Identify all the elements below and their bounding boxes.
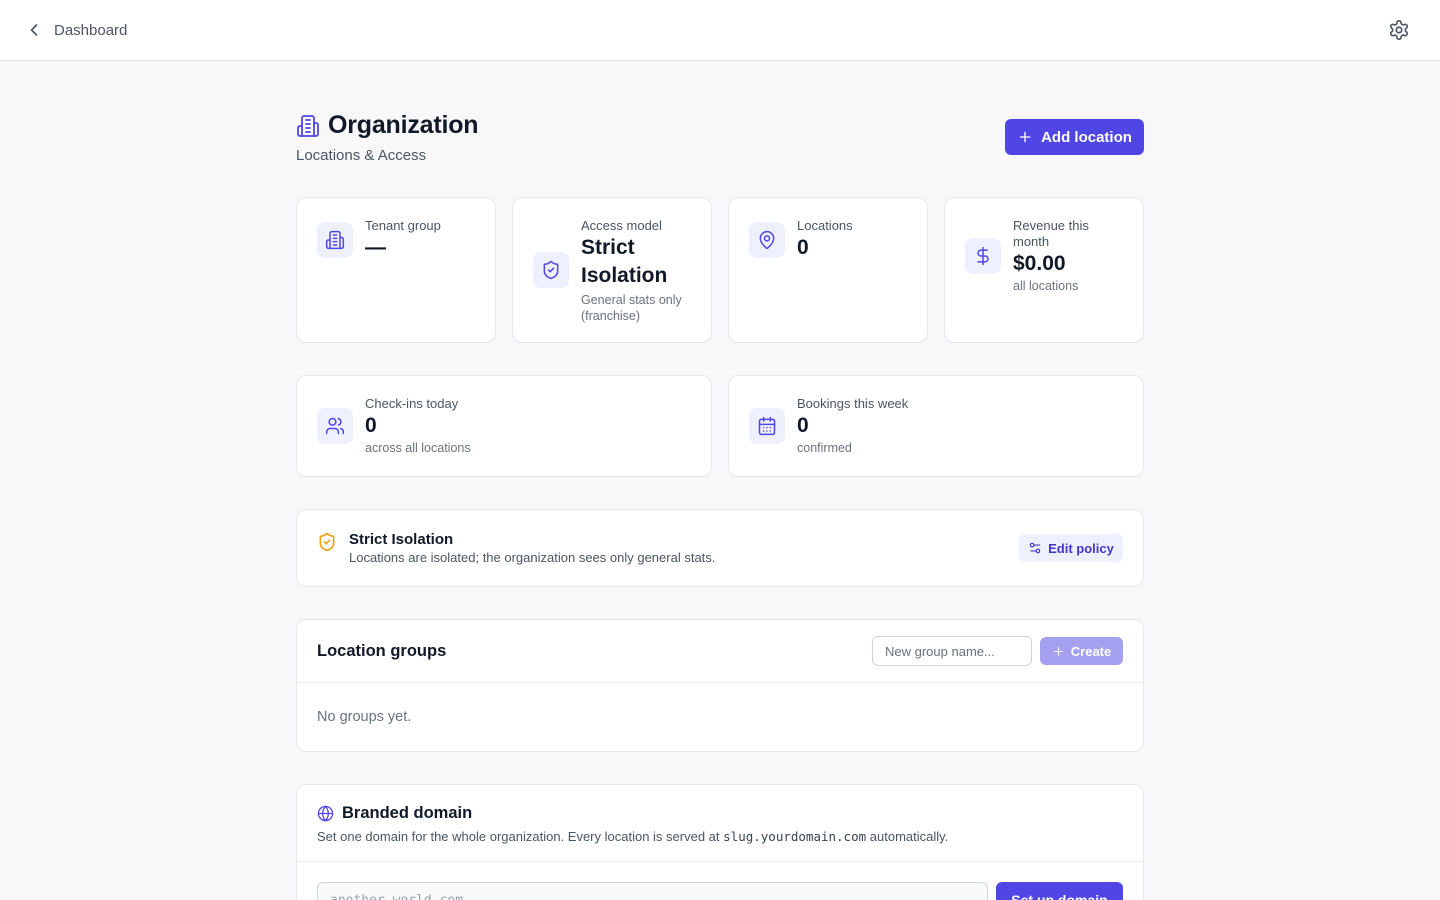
stat-label: Check-ins today [365, 396, 459, 411]
branded-domain-description: Set one domain for the whole organizatio… [317, 829, 948, 844]
add-location-label: Add location [1041, 128, 1132, 146]
stat-label: Revenue this month [1013, 218, 1089, 249]
edit-policy-label: Edit policy [1048, 540, 1114, 556]
gear-icon [1389, 20, 1409, 40]
stat-text: Check-ins today 0 across all locations [365, 396, 695, 456]
stat-sub: all locations [1013, 279, 1079, 293]
stat-value: 0 [365, 414, 377, 437]
stat-value: 0 [797, 236, 809, 259]
create-group-label: Create [1070, 643, 1112, 659]
stat-value: 0 [797, 414, 809, 437]
stat-text: Revenue this month $0.00 all locations [1013, 218, 1127, 294]
domain-desc-code: slug.yourdomain.com [723, 829, 867, 844]
domain-input[interactable] [317, 882, 988, 900]
plus-icon [1053, 646, 1063, 656]
stat-card-tenant-group: Tenant group — [296, 197, 496, 343]
dollar-sign-icon [977, 246, 989, 266]
stat-sub: confirmed [797, 441, 852, 455]
chevron-left-icon [30, 24, 38, 36]
edit-policy-button[interactable]: Edit policy [1019, 534, 1123, 562]
stat-value: — [365, 236, 386, 259]
set-up-domain-button[interactable]: Set up domain [996, 882, 1123, 900]
stat-label: Bookings this week [797, 396, 909, 411]
stat-icon-box [317, 408, 353, 444]
stat-value: Strict Isolation [581, 236, 668, 287]
stat-value: $0.00 [1013, 252, 1066, 275]
policy-card: Strict Isolation Locations are isolated;… [296, 509, 1144, 587]
page-header: Organization Locations & Access Add loca… [296, 111, 1144, 171]
top-bar: Dashboard [0, 0, 1440, 61]
branded-domain-card: Branded domain Set one domain for the wh… [296, 784, 1144, 900]
stat-text: Tenant group — [365, 218, 479, 262]
location-groups-card: Location groups Create No groups yet. [296, 619, 1144, 752]
page-title: Organization [328, 111, 479, 139]
stat-card-checkins: Check-ins today 0 across all locations [296, 375, 712, 477]
back-label: Dashboard [54, 21, 128, 39]
stat-label: Access model [581, 218, 662, 233]
new-group-name-input[interactable] [872, 636, 1032, 666]
stat-sub: across all locations [365, 441, 471, 455]
create-group-button[interactable]: Create [1040, 637, 1123, 665]
stat-icon-box [749, 222, 785, 258]
page-subtitle: Locations & Access [296, 147, 427, 164]
stat-icon-box [533, 252, 569, 288]
globe-icon [317, 805, 334, 822]
stat-sub: General stats only (franchise) [581, 293, 682, 323]
calendar-icon [758, 416, 776, 436]
stat-text: Access model Strict Isolation General st… [581, 218, 695, 324]
stat-card-revenue: Revenue this month $0.00 all locations [944, 197, 1144, 343]
stat-icon-box [965, 238, 1001, 274]
stat-icon-box [317, 222, 353, 258]
plus-icon [1019, 131, 1031, 143]
stat-text: Bookings this week 0 confirmed [797, 396, 1127, 456]
policy-description: Locations are isolated; the organization… [349, 550, 716, 565]
stat-card-locations: Locations 0 [728, 197, 928, 343]
settings-button[interactable] [1388, 19, 1410, 41]
users-icon [325, 417, 345, 435]
divider [297, 682, 1143, 683]
divider [297, 861, 1143, 862]
location-groups-title: Location groups [317, 642, 447, 660]
building-icon [325, 230, 345, 250]
branded-domain-title: Branded domain [342, 804, 473, 822]
stat-icon-box [749, 408, 785, 444]
domain-title-row: Branded domain [317, 804, 472, 823]
stat-card-access-model: Access model Strict Isolation General st… [512, 197, 712, 343]
map-pin-icon [759, 230, 775, 250]
domain-desc-after: automatically. [869, 829, 949, 844]
stat-text: Locations 0 [797, 218, 911, 262]
stat-label: Tenant group [365, 218, 441, 233]
sliders-icon [1029, 542, 1041, 554]
policy-title: Strict Isolation [349, 531, 454, 548]
empty-groups-message: No groups yet. [317, 709, 412, 725]
stat-card-bookings: Bookings this week 0 confirmed [728, 375, 1144, 477]
add-location-button[interactable]: Add location [1005, 119, 1144, 155]
domain-desc-before: Set one domain for the whole organizatio… [317, 829, 720, 844]
stat-label: Locations [797, 218, 853, 233]
shield-check-icon [543, 260, 559, 280]
building-icon [297, 114, 319, 137]
title-row: Organization [296, 111, 479, 140]
back-to-dashboard-link[interactable]: Dashboard [24, 19, 127, 41]
shield-check-icon [319, 532, 335, 552]
